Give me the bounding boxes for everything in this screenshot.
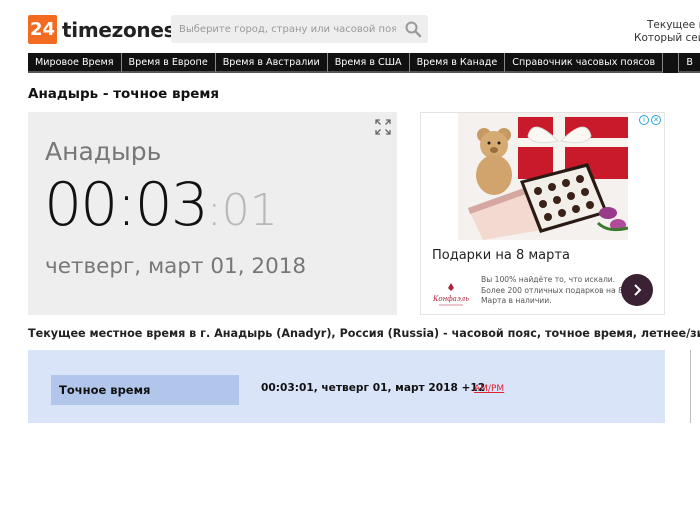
ad-headline[interactable]: Подарки на 8 марта <box>432 248 570 263</box>
ad-brand-logo: Конфаэль <box>432 283 469 306</box>
fullscreen-icon[interactable] <box>375 119 391 135</box>
ad-block[interactable]: i ✕ Подарки на 8 марта Конфаэль Вы 100% … <box>420 112 665 315</box>
nav-item-europe-time[interactable]: Время в Европе <box>121 53 216 73</box>
main-nav: Мировое Время Время в Европе Время в Авс… <box>28 53 700 73</box>
page-subtitle: Текущее местное время в г. Анадырь (Anad… <box>28 327 700 340</box>
exact-time-label: Точное время <box>51 375 239 405</box>
header-current-time-text: Текущее вр Который сейча <box>634 19 700 45</box>
nav-item-australia-time[interactable]: Время в Австралии <box>215 53 328 73</box>
clock-city: Анадырь <box>45 137 162 166</box>
ampm-toggle-link[interactable]: AM/PM <box>474 384 504 394</box>
ad-badges: i ✕ <box>639 115 661 125</box>
nav-item-usa-time[interactable]: Время в США <box>327 53 410 73</box>
nav-item-timezone-reference[interactable]: Справочник часовых поясов <box>505 53 664 73</box>
search-box <box>171 15 428 43</box>
ad-info-icon[interactable]: i <box>639 115 649 125</box>
clock-time-seconds: :01 <box>206 185 278 236</box>
nav-item-world-time[interactable]: Мировое Время <box>28 53 122 73</box>
ad-description: Вы 100% найдёте то, что искали. Более 20… <box>481 275 623 305</box>
logo-text: timezones <box>62 17 176 42</box>
clock-date: четверг, март 01, 2018 <box>45 254 307 279</box>
clock-time-main: 00:03 <box>44 170 209 240</box>
header-line-1: Текущее вр <box>647 19 700 31</box>
search-icon[interactable] <box>404 20 422 38</box>
nav-item-canada-time[interactable]: Время в Канаде <box>409 53 506 73</box>
right-divider <box>690 350 691 423</box>
logo-badge: 24 <box>28 15 57 44</box>
ad-image[interactable] <box>458 113 628 240</box>
exact-time-value: 00:03:01, четверг 01, март 2018 +12 <box>261 382 486 394</box>
site-logo[interactable]: 24 timezones <box>28 15 176 44</box>
header-line-2: Который сейча <box>634 32 700 44</box>
exact-time-box: Точное время 00:03:01, четверг 01, март … <box>28 350 665 423</box>
ad-next-button[interactable] <box>621 274 653 306</box>
svg-text:Конфаэль: Конфаэль <box>432 295 469 303</box>
nav-item-overflow[interactable]: В <box>678 53 700 73</box>
page-title: Анадырь - точное время <box>28 86 220 102</box>
clock-time: 00:03:01 <box>44 169 278 247</box>
search-input[interactable] <box>171 16 396 42</box>
ad-close-icon[interactable]: ✕ <box>651 115 661 125</box>
clock-panel: Анадырь 00:03:01 четверг, март 01, 2018 <box>28 112 397 315</box>
chevron-right-icon <box>634 284 642 296</box>
